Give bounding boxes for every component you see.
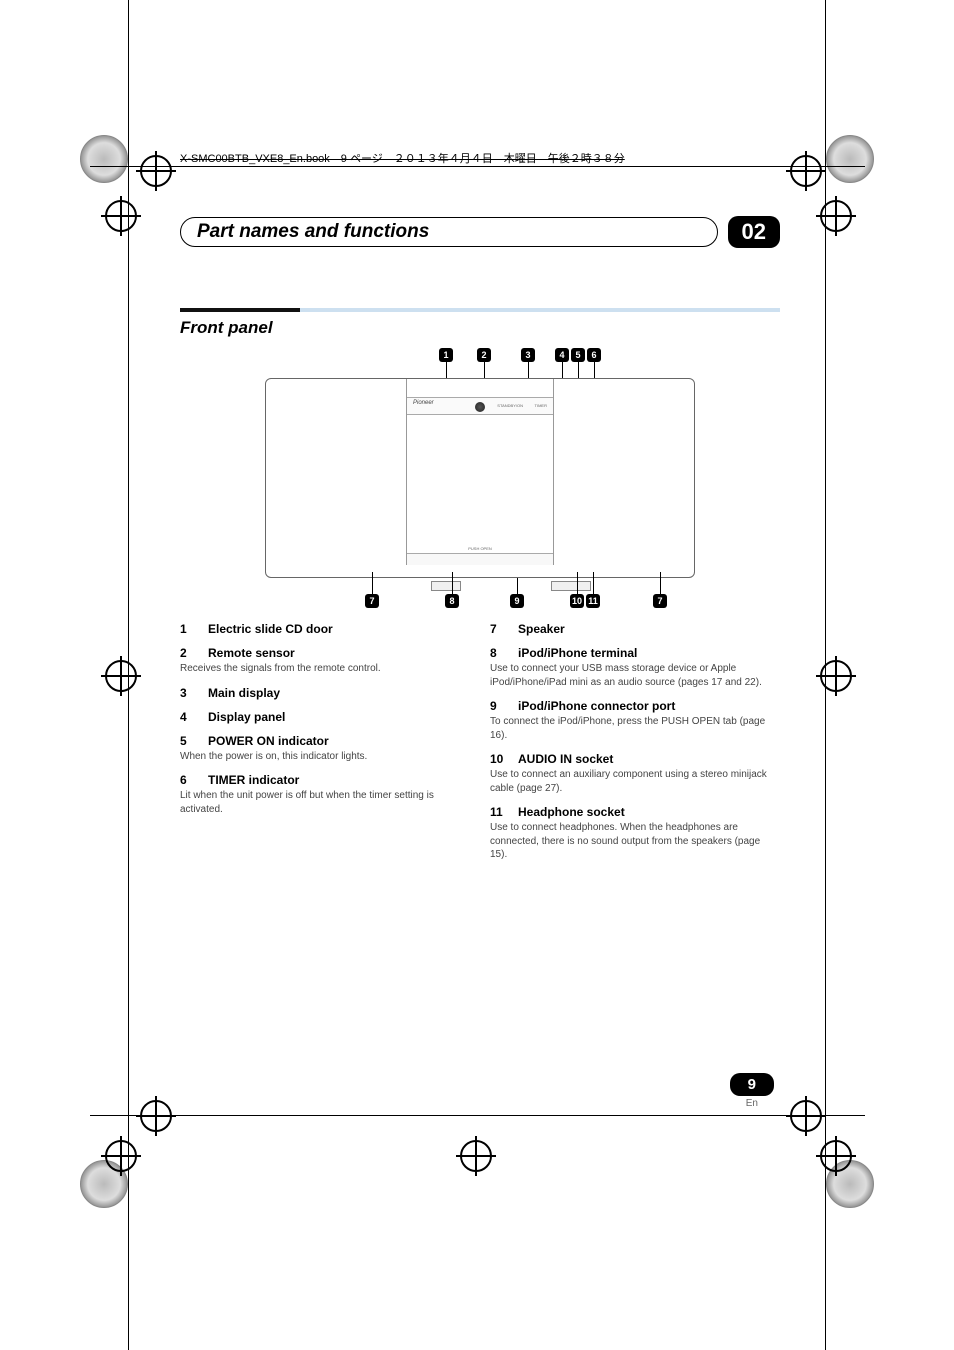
- item-title: Main display: [208, 686, 280, 700]
- callout-8: 8: [445, 594, 459, 608]
- item-10: 10AUDIO IN socket Use to connect an auxi…: [490, 752, 780, 795]
- callout-10: 10: [570, 594, 584, 608]
- book-meta-line: X-SMC00BTB_VXE8_En.book 9 ページ ２０１３年４月４日 …: [180, 150, 780, 166]
- front-panel-diagram: 1 2 3 4 5 6 Pioneer STANDBY/ON TIMER PUS…: [245, 348, 715, 608]
- item-title: Speaker: [518, 622, 565, 636]
- standby-label: STANDBY/ON: [497, 403, 523, 408]
- definitions: 1Electric slide CD door 2Remote sensor R…: [180, 622, 780, 872]
- callout-6: 6: [587, 348, 601, 362]
- right-column: 7Speaker 8iPod/iPhone terminal Use to co…: [490, 622, 780, 872]
- section-title: Front panel: [180, 318, 780, 338]
- callout-1: 1: [439, 348, 453, 362]
- item-1: 1Electric slide CD door: [180, 622, 470, 636]
- item-title: iPod/iPhone connector port: [518, 699, 675, 713]
- item-body: When the power is on, this indicator lig…: [180, 750, 470, 764]
- remote-sensor-icon: [475, 402, 485, 412]
- item-2: 2Remote sensor Receives the signals from…: [180, 646, 470, 676]
- page-lang: En: [730, 1098, 774, 1109]
- item-5: 5POWER ON indicator When the power is on…: [180, 734, 470, 764]
- push-open-label: PUSH OPEN: [468, 546, 492, 551]
- chapter-title: Part names and functions: [197, 221, 429, 242]
- callout-7: 7: [365, 594, 379, 608]
- left-column: 1Electric slide CD door 2Remote sensor R…: [180, 622, 470, 872]
- item-title: TIMER indicator: [208, 773, 299, 787]
- item-11: 11Headphone socket Use to connect headph…: [490, 805, 780, 862]
- page-number: 9: [730, 1073, 774, 1096]
- item-4: 4Display panel: [180, 710, 470, 724]
- page-footer: 9 En: [730, 1073, 774, 1109]
- item-title: Electric slide CD door: [208, 622, 333, 636]
- item-title: POWER ON indicator: [208, 734, 329, 748]
- timer-label: TIMER: [535, 403, 547, 408]
- item-body: Receives the signals from the remote con…: [180, 662, 470, 676]
- callout-2: 2: [477, 348, 491, 362]
- item-title: Display panel: [208, 710, 285, 724]
- item-body: Lit when the unit power is off but when …: [180, 789, 470, 816]
- device-outline: Pioneer STANDBY/ON TIMER PUSH OPEN: [265, 378, 695, 578]
- callout-3: 3: [521, 348, 535, 362]
- item-title: AUDIO IN socket: [518, 752, 613, 766]
- item-7: 7Speaker: [490, 622, 780, 636]
- item-3: 3Main display: [180, 686, 470, 700]
- item-9: 9iPod/iPhone connector port To connect t…: [490, 699, 780, 742]
- brand-label: Pioneer: [413, 400, 434, 406]
- callout-9: 9: [510, 594, 524, 608]
- item-body: Use to connect your USB mass storage dev…: [490, 662, 780, 689]
- item-body: Use to connect an auxiliary component us…: [490, 768, 780, 795]
- callout-5: 5: [571, 348, 585, 362]
- item-6: 6TIMER indicator Lit when the unit power…: [180, 773, 470, 816]
- item-body: Use to connect headphones. When the head…: [490, 821, 780, 862]
- item-body: To connect the iPod/iPhone, press the PU…: [490, 715, 780, 742]
- item-title: iPod/iPhone terminal: [518, 646, 637, 660]
- callout-4: 4: [555, 348, 569, 362]
- chapter-number: 02: [728, 216, 780, 248]
- section-divider: [180, 308, 780, 312]
- callout-7b: 7: [653, 594, 667, 608]
- callout-11: 11: [586, 594, 600, 608]
- item-title: Headphone socket: [518, 805, 625, 819]
- chapter-header: Part names and functions 02: [180, 216, 780, 248]
- item-8: 8iPod/iPhone terminal Use to connect you…: [490, 646, 780, 689]
- item-title: Remote sensor: [208, 646, 295, 660]
